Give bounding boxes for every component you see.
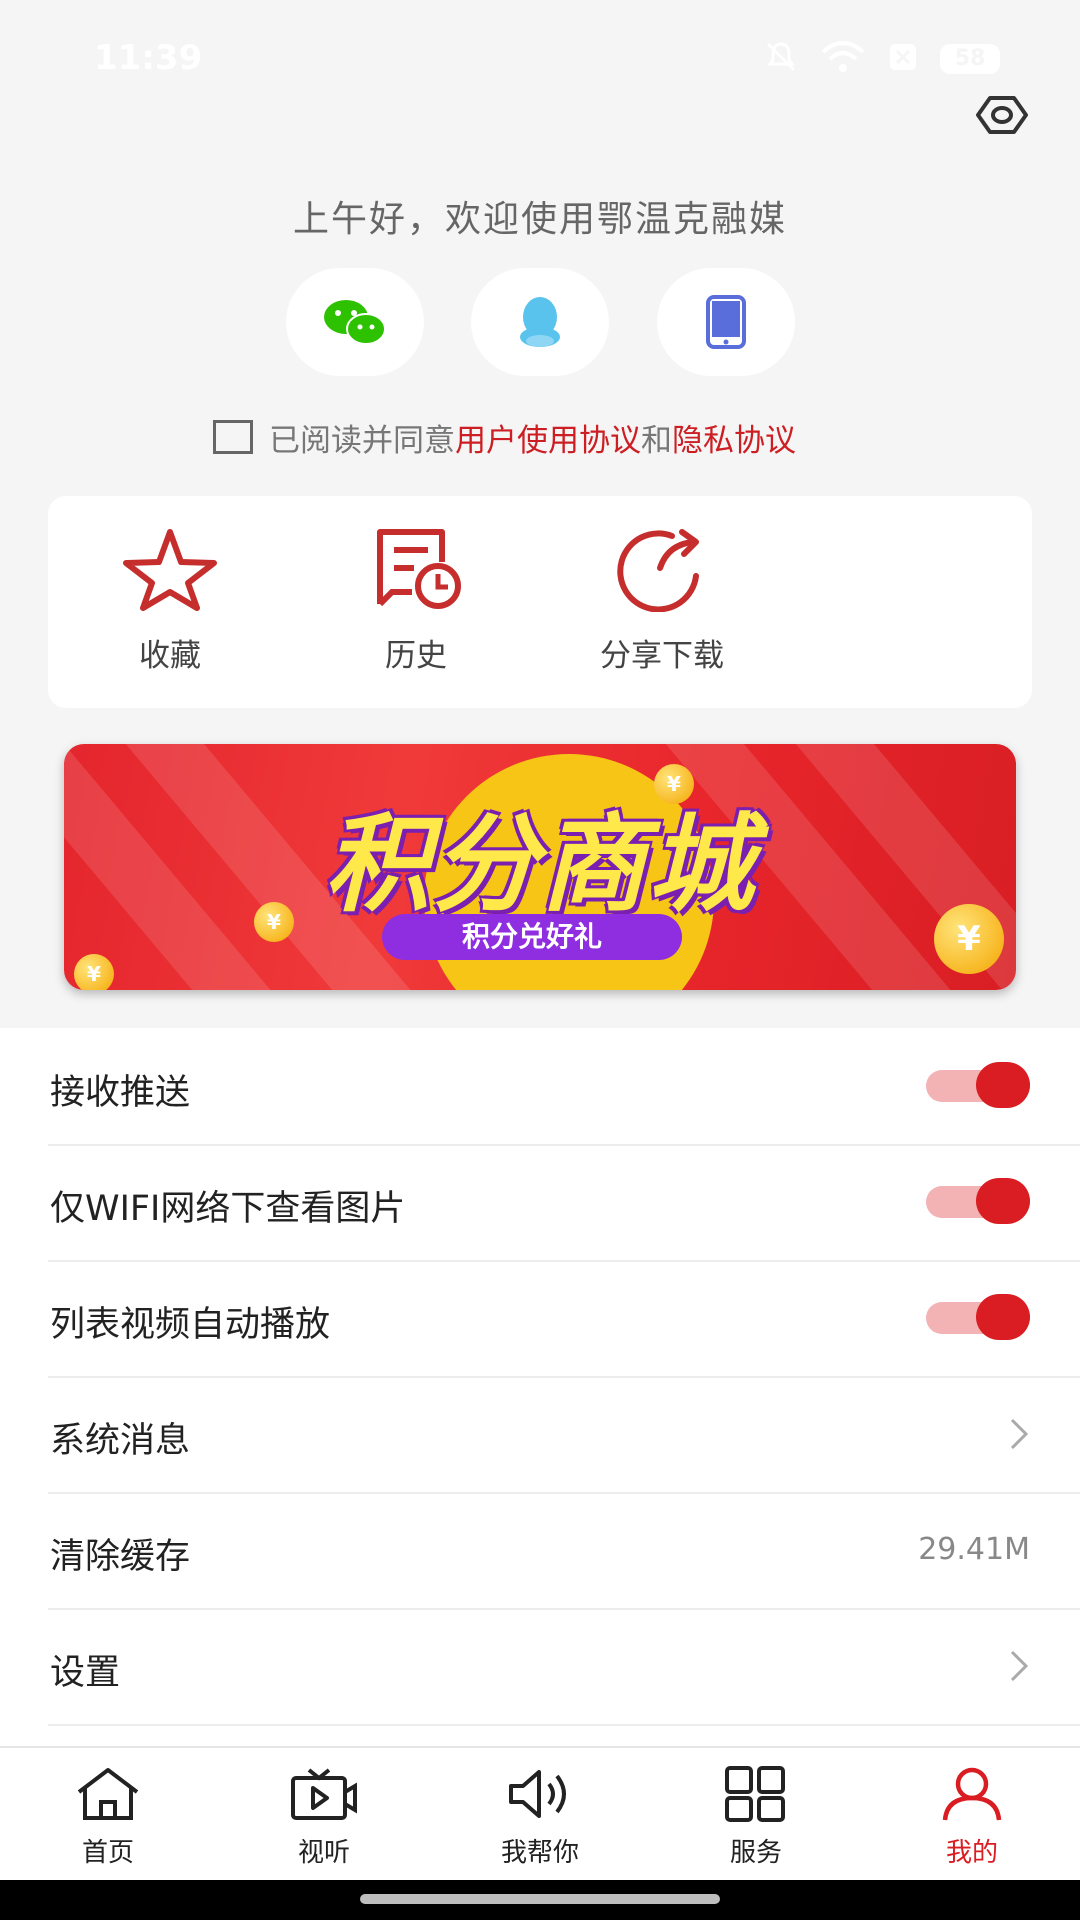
qq-icon (520, 297, 560, 347)
autoplay-toggle[interactable] (926, 1294, 1030, 1340)
login-options (0, 268, 1080, 376)
tab-help-label: 我帮你 (500, 1838, 579, 1868)
visibility-toggle-button[interactable] (972, 90, 1032, 140)
notification-icon (888, 42, 918, 76)
tab-audiovisual-label: 视听 (297, 1838, 350, 1868)
cache-size-value: 29.41M (918, 1532, 1030, 1567)
wifi-icon (820, 40, 866, 78)
settings-list: 接收推送 仅WIFI网络下查看图片 列表视频自动播放 系统消息 清除缓存 29.… (0, 1028, 1080, 1748)
wechat-login-button[interactable] (286, 268, 424, 376)
push-label: 接收推送 (50, 1073, 191, 1113)
autoplay-row[interactable]: 列表视频自动播放 (48, 1260, 1080, 1378)
banner-subtitle: 积分兑好礼 (382, 914, 682, 960)
share-icon (617, 529, 699, 613)
push-row[interactable]: 接收推送 (48, 1028, 1080, 1146)
agreement-and: 和 (641, 422, 672, 459)
wifi-images-toggle[interactable] (926, 1178, 1030, 1224)
status-time: 11:39 (94, 38, 203, 78)
share-download-label: 分享下载 (600, 638, 724, 674)
agreement-row: 已阅读并同意 用户使用协议 和 隐私协议 (213, 414, 796, 460)
wechat-icon (324, 300, 386, 345)
tab-services-label: 服务 (729, 1838, 782, 1868)
push-toggle[interactable] (926, 1062, 1030, 1108)
points-mall-banner[interactable]: ¥ ¥ ¥ ¥ 积分商城 积分兑好礼 (64, 744, 1016, 990)
system-messages-label: 系统消息 (50, 1421, 191, 1461)
favorites-label: 收藏 (139, 638, 201, 674)
status-icons: 58 (764, 40, 1000, 78)
chevron-right-icon (1010, 1650, 1029, 1682)
speaker-icon (509, 1770, 566, 1818)
tab-home[interactable]: 首页 (38, 1766, 178, 1869)
greeting-text: 上午好，欢迎使用鄂温克融媒 (292, 199, 787, 240)
favorites-button[interactable]: 收藏 (70, 526, 270, 675)
agreement-checkbox[interactable] (213, 420, 253, 454)
settings-row[interactable]: 设置 (48, 1608, 1080, 1726)
battery-indicator: 58 (940, 44, 1000, 74)
quick-actions-card: 收藏 历史 分享下载 (48, 496, 1032, 708)
autoplay-label: 列表视频自动播放 (50, 1305, 331, 1345)
phone-icon (706, 295, 746, 349)
system-navigation-bar (0, 1880, 1080, 1920)
star-icon (123, 529, 217, 611)
home-gesture-handle[interactable] (360, 1894, 720, 1904)
tv-icon (291, 1768, 357, 1820)
eye-icon (976, 96, 1028, 134)
system-messages-row[interactable]: 系统消息 (48, 1376, 1080, 1494)
qq-login-button[interactable] (471, 268, 609, 376)
phone-login-button[interactable] (657, 268, 795, 376)
settings-label: 设置 (50, 1653, 121, 1693)
history-button[interactable]: 历史 (316, 526, 516, 675)
history-icon (377, 529, 461, 609)
bottom-tab-bar: 首页 视听 我帮你 服务 我的 (0, 1746, 1080, 1882)
user-agreement-link[interactable]: 用户使用协议 (455, 415, 641, 460)
chevron-right-icon (1010, 1418, 1029, 1450)
coin-icon: ¥ (74, 954, 114, 990)
agreement-prefix: 已阅读并同意 (269, 422, 455, 459)
clear-cache-label: 清除缓存 (50, 1537, 191, 1577)
mute-icon (764, 40, 798, 78)
home-icon (77, 1768, 139, 1820)
tab-mine-label: 我的 (945, 1838, 998, 1868)
banner-title: 积分商城 (324, 803, 756, 926)
clear-cache-row[interactable]: 清除缓存 29.41M (48, 1492, 1080, 1610)
grid-icon (725, 1766, 785, 1822)
wifi-images-label: 仅WIFI网络下查看图片 (50, 1189, 406, 1229)
tab-services[interactable]: 服务 (686, 1766, 826, 1869)
tab-mine[interactable]: 我的 (902, 1766, 1042, 1869)
share-download-button[interactable]: 分享下载 (562, 526, 762, 675)
tab-audiovisual[interactable]: 视听 (254, 1766, 394, 1869)
tab-home-label: 首页 (81, 1838, 134, 1868)
wifi-images-row[interactable]: 仅WIFI网络下查看图片 (48, 1144, 1080, 1262)
history-label: 历史 (385, 638, 447, 674)
privacy-policy-link[interactable]: 隐私协议 (672, 415, 796, 460)
tab-help[interactable]: 我帮你 (470, 1766, 610, 1869)
user-icon (942, 1767, 1002, 1821)
status-bar: 11:39 58 (0, 0, 1080, 110)
